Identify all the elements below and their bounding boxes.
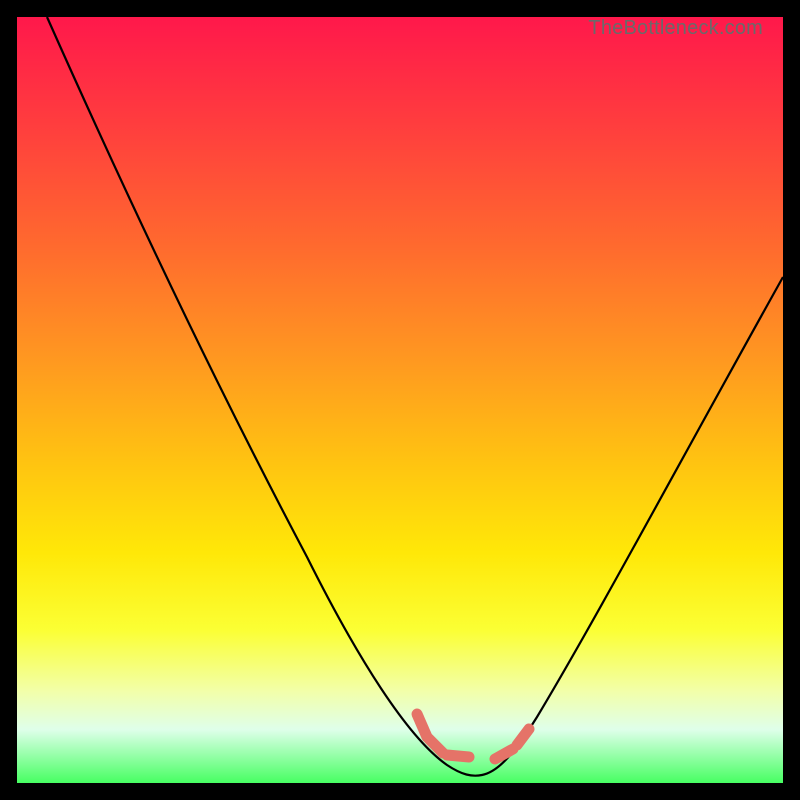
curve-layer xyxy=(17,17,783,783)
chart-stage: TheBottleneck.com xyxy=(0,0,800,800)
marker-seg xyxy=(417,714,427,737)
left-marker-group xyxy=(417,714,469,757)
marker-seg xyxy=(447,755,469,757)
bottleneck-curve xyxy=(47,17,783,776)
marker-seg xyxy=(495,749,513,759)
marker-seg xyxy=(517,729,529,745)
right-marker-group xyxy=(495,729,529,759)
plot-area: TheBottleneck.com xyxy=(17,17,783,783)
